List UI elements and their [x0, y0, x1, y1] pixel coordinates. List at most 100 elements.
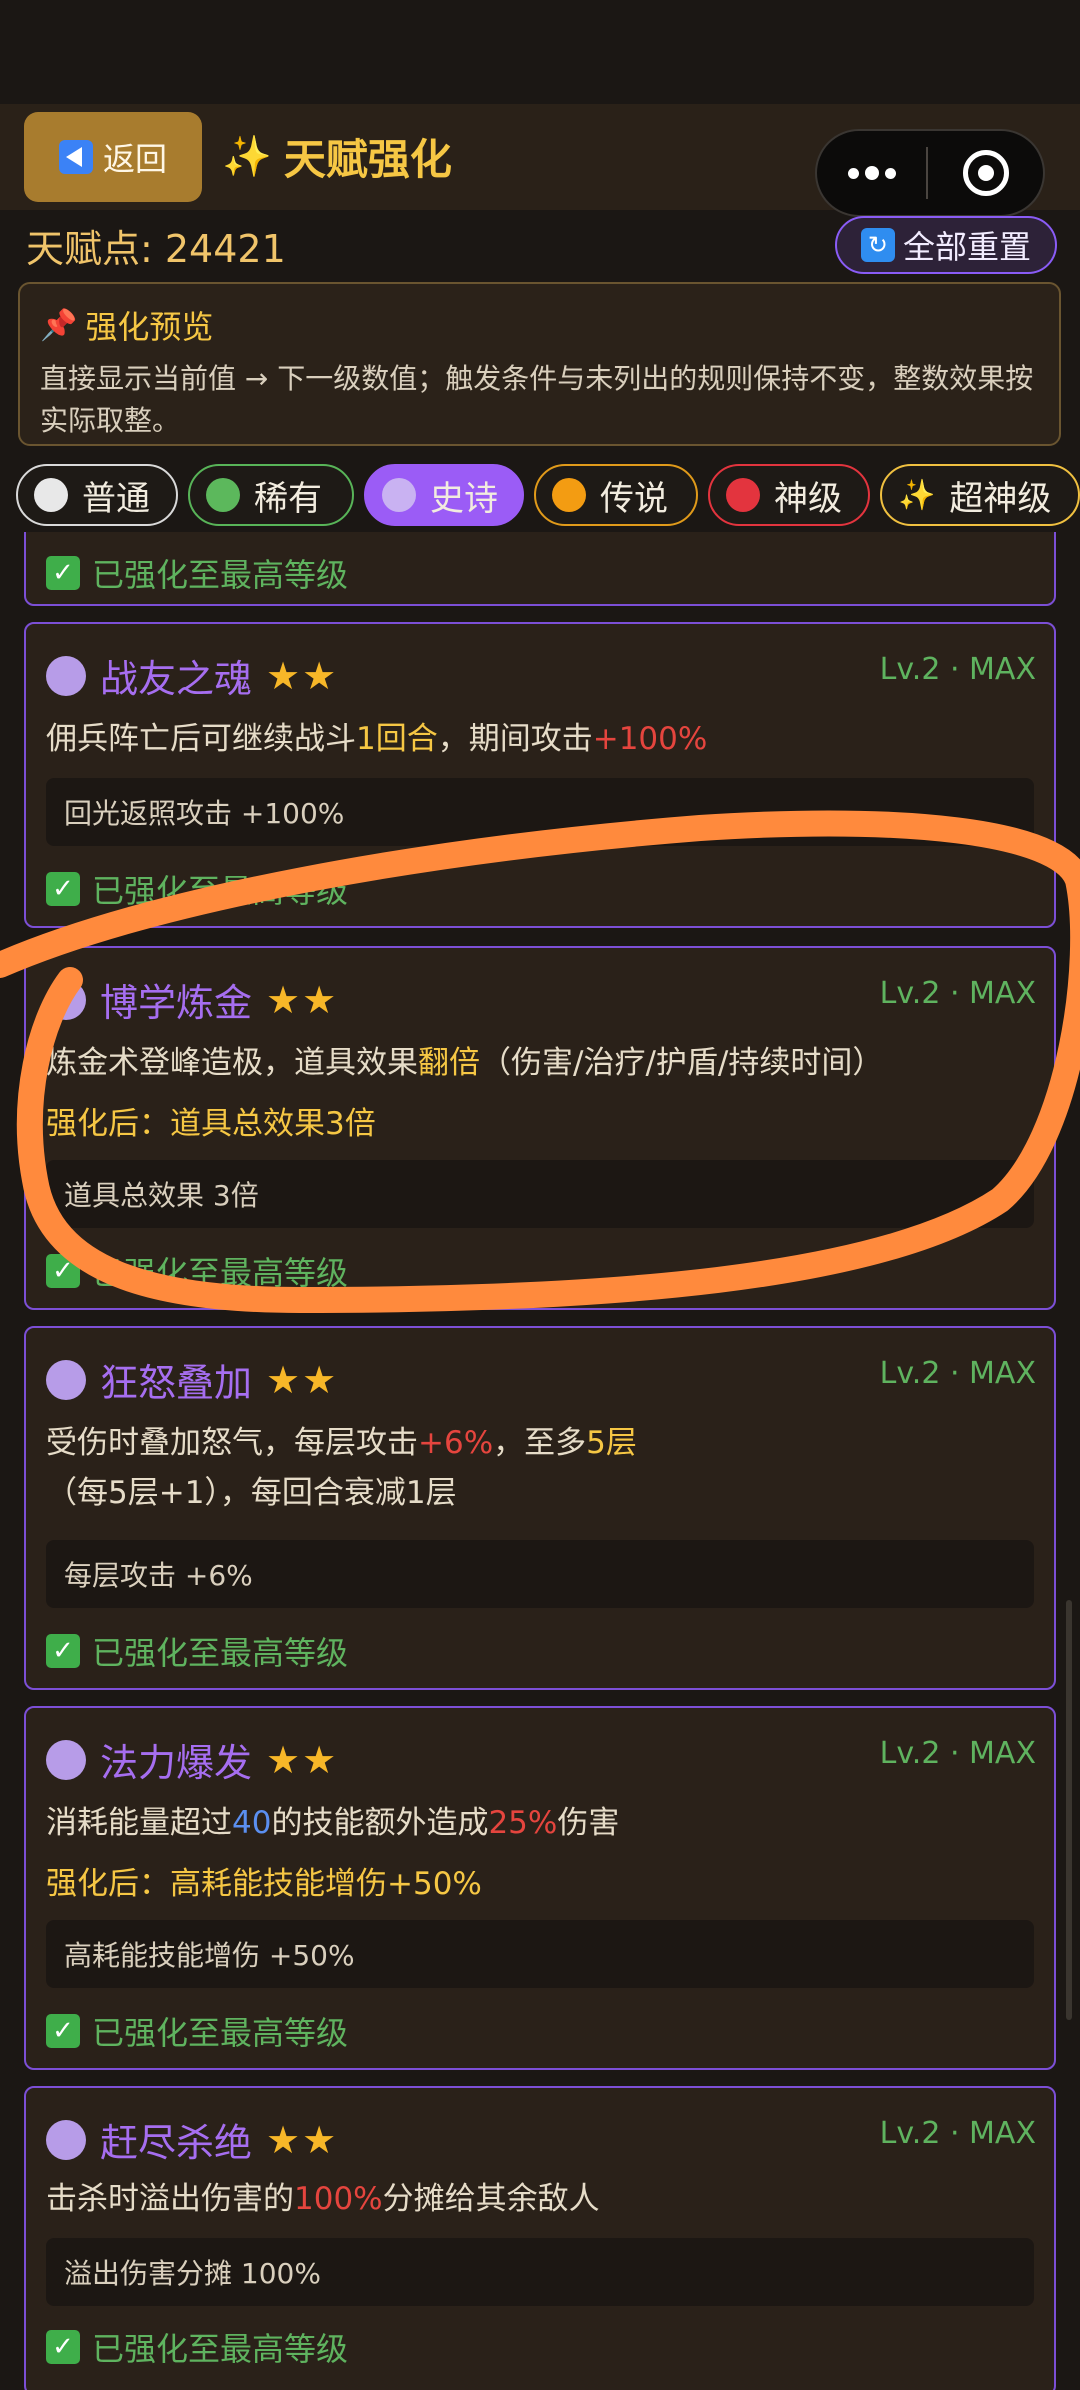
tab-label: 稀有	[254, 478, 322, 519]
star-rating: ★★	[266, 1357, 339, 1402]
back-button[interactable]: 返回	[24, 112, 202, 202]
check-icon: ✓	[46, 2014, 80, 2048]
preview-title: 强化预览	[85, 308, 214, 346]
talent-name: 法力爆发	[100, 1741, 253, 1785]
status-bar	[0, 0, 1080, 104]
page-title: 天赋强化	[283, 134, 452, 184]
tab-label: 史诗	[430, 478, 498, 519]
talent-points: 天赋点: 24421	[26, 227, 286, 271]
talent-card[interactable]: 战友之魂 ★★ Lv.2 · MAX 佣兵阵亡后可继续战斗1回合，期间攻击+10…	[24, 622, 1056, 928]
red-dot-icon	[726, 478, 760, 512]
mini-program-capsule	[815, 129, 1045, 217]
page-title-group: ✨ 天赋强化	[222, 126, 452, 186]
green-dot-icon	[206, 478, 240, 512]
talent-header: 狂怒叠加 ★★	[46, 1352, 338, 1407]
orange-dot-icon	[552, 478, 586, 512]
star-rating: ★★	[266, 2117, 339, 2162]
talent-name: 狂怒叠加	[100, 1361, 253, 1405]
check-icon: ✓	[46, 556, 80, 590]
talent-name: 赶尽杀绝	[100, 2121, 253, 2165]
enhanced-effect: 强化后：高耗能技能增伤+50%	[46, 1866, 482, 1902]
white-dot-icon	[34, 478, 68, 512]
epic-dot-icon	[46, 1739, 86, 1780]
tab-label: 超神级	[949, 478, 1052, 519]
close-target-icon[interactable]	[928, 131, 1043, 215]
maxed-label: 已强化至最高等级	[92, 556, 349, 594]
talent-card[interactable]: 赶尽杀绝 ★★ Lv.2 · MAX 击杀时溢出伤害的100%分摊给其余敌人 溢…	[24, 2086, 1056, 2390]
effect-box: 每层攻击 +6%	[46, 1540, 1034, 1608]
scrollbar[interactable]	[1066, 1600, 1072, 2020]
talent-header: 法力爆发 ★★	[46, 1732, 338, 1787]
maxed-status: ✓ 已强化至最高等级	[46, 2324, 348, 2370]
epic-dot-icon	[46, 2119, 86, 2160]
maxed-label: 已强化至最高等级	[92, 2014, 349, 2052]
check-icon: ✓	[46, 2330, 80, 2364]
star-rating: ★★	[266, 977, 339, 1022]
talent-header: 博学炼金 ★★	[46, 972, 338, 1027]
maxed-label: 已强化至最高等级	[92, 2330, 349, 2368]
enhanced-effect: 强化后：道具总效果3倍	[46, 1106, 376, 1142]
tab-rare[interactable]: 稀有	[188, 464, 354, 526]
effect-box: 回光返照攻击 +100%	[46, 778, 1034, 846]
pushpin-icon: 📌	[40, 307, 78, 343]
talent-name: 战友之魂	[100, 657, 253, 701]
back-arrow-icon	[58, 140, 93, 174]
tab-epic[interactable]: 史诗	[364, 464, 524, 526]
talent-level: Lv.2 · MAX	[879, 652, 1036, 687]
effect-box: 溢出伤害分摊 100%	[46, 2238, 1034, 2306]
check-icon: ✓	[46, 1254, 80, 1288]
check-icon: ✓	[46, 872, 80, 906]
rarity-tabs: 普通 稀有 史诗 传说 神级 ✨ 超神级	[16, 464, 1080, 526]
maxed-status: ✓ 已强化至最高等级	[46, 2008, 348, 2054]
effect-box: 高耗能技能增伤 +50%	[46, 1920, 1034, 1988]
reset-label: 全部重置	[902, 228, 1031, 266]
tab-label: 神级	[774, 478, 842, 519]
talent-card-partial: ✓ 已强化至最高等级	[24, 532, 1056, 606]
epic-dot-icon	[46, 1359, 86, 1400]
talent-name: 博学炼金	[100, 981, 253, 1025]
maxed-status: ✓ 已强化至最高等级	[46, 1628, 348, 1674]
maxed-status: ✓ 已强化至最高等级	[46, 866, 348, 912]
talent-description: 炼金术登峰造极，道具效果翻倍（伤害/治疗/护盾/持续时间）	[46, 1045, 884, 1081]
talent-level: Lv.2 · MAX	[879, 1356, 1036, 1391]
star-rating: ★★	[266, 653, 339, 698]
talent-list[interactable]: ✓ 已强化至最高等级 战友之魂 ★★ Lv.2 · MAX 佣兵阵亡后可继续战斗…	[0, 532, 1080, 2390]
talent-level: Lv.2 · MAX	[879, 2116, 1036, 2151]
maxed-label: 已强化至最高等级	[92, 1634, 349, 1672]
tab-legendary[interactable]: 传说	[534, 464, 698, 526]
talent-description: 佣兵阵亡后可继续战斗1回合，期间攻击+100%	[46, 721, 708, 757]
preview-text: 直接显示当前值 → 下一级数值；触发条件与未列出的规则保持不变，整数效果按实际取…	[40, 362, 1034, 437]
talent-level: Lv.2 · MAX	[879, 976, 1036, 1011]
tab-label: 普通	[82, 478, 150, 519]
epic-dot-icon	[46, 655, 86, 696]
check-icon: ✓	[46, 1634, 80, 1668]
maxed-status: ✓ 已强化至最高等级	[46, 550, 348, 596]
epic-dot-icon	[46, 979, 86, 1020]
talent-card[interactable]: 博学炼金 ★★ Lv.2 · MAX 炼金术登峰造极，道具效果翻倍（伤害/治疗/…	[24, 946, 1056, 1310]
talent-header: 赶尽杀绝 ★★	[46, 2112, 338, 2167]
sparkle-icon: ✨	[898, 477, 936, 513]
maxed-label: 已强化至最高等级	[92, 1254, 349, 1292]
talent-card[interactable]: 狂怒叠加 ★★ Lv.2 · MAX 受伤时叠加怒气，每层攻击+6%，至多5层（…	[24, 1326, 1056, 1690]
refresh-icon: ↻	[860, 228, 895, 262]
star-rating: ★★	[266, 1737, 339, 1782]
purple-dot-icon	[382, 478, 416, 512]
reset-all-button[interactable]: ↻ 全部重置	[835, 216, 1057, 274]
tab-common[interactable]: 普通	[16, 464, 178, 526]
talent-header: 战友之魂 ★★	[46, 648, 338, 703]
talent-description: 受伤时叠加怒气，每层攻击+6%，至多5层 （每5层+1），每回合衰减1层	[46, 1425, 637, 1511]
preview-title-row: 📌 强化预览	[40, 302, 1039, 348]
maxed-label: 已强化至最高等级	[92, 872, 349, 910]
more-dots-icon[interactable]	[817, 131, 926, 215]
tab-label: 传说	[600, 478, 668, 519]
talent-card[interactable]: 法力爆发 ★★ Lv.2 · MAX 消耗能量超过40的技能额外造成25%伤害 …	[24, 1706, 1056, 2070]
tab-divine[interactable]: 神级	[708, 464, 870, 526]
talent-description: 击杀时溢出伤害的100%分摊给其余敌人	[46, 2181, 600, 2217]
talent-level: Lv.2 · MAX	[879, 1736, 1036, 1771]
sparkle-icon: ✨	[222, 133, 272, 180]
enhance-preview-panel: 📌 强化预览 直接显示当前值 → 下一级数值；触发条件与未列出的规则保持不变，整…	[18, 282, 1061, 446]
tab-super-divine[interactable]: ✨ 超神级	[880, 464, 1080, 526]
talent-description: 消耗能量超过40的技能额外造成25%伤害	[46, 1805, 620, 1841]
back-label: 返回	[102, 140, 167, 178]
maxed-status: ✓ 已强化至最高等级	[46, 1248, 348, 1294]
